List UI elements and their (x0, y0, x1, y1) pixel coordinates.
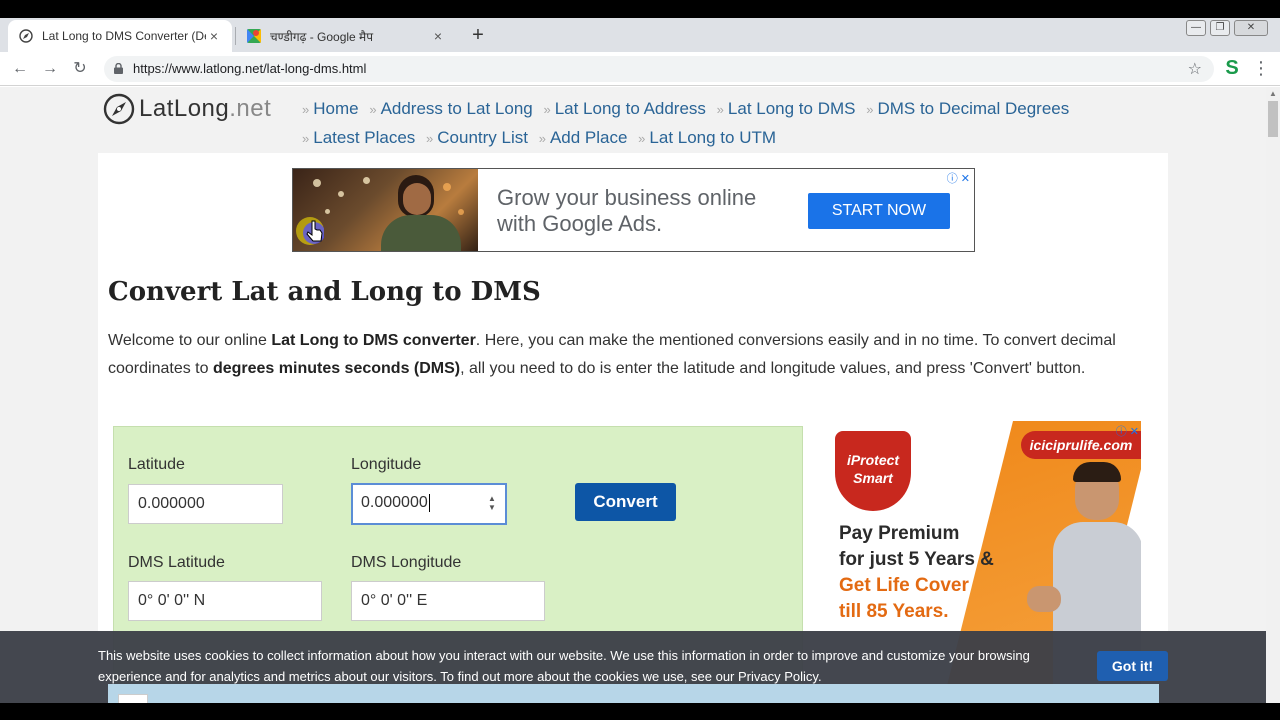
toolbar: ← → ↻ https://www.latlong.net/lat-long-d… (0, 52, 1280, 86)
nav-country-list[interactable]: » Country List (426, 128, 528, 147)
nav-home[interactable]: » Home (302, 99, 359, 118)
lock-icon (114, 63, 123, 74)
iprotect-smart-badge: iProtect Smart (835, 431, 911, 511)
adchoices-icon[interactable]: ⓘ ✕ (947, 170, 970, 186)
tab-title: चण्डीगढ़ - Google मैप (270, 29, 374, 44)
ad-headline-line1: Grow your business online (497, 185, 757, 210)
dms-latitude-output[interactable]: 0° 0' 0'' N (128, 581, 322, 621)
new-tab-button[interactable]: + (466, 24, 490, 48)
map-preview[interactable] (108, 684, 1159, 704)
page-title: Convert Lat and Long to DMS (108, 277, 541, 307)
browser-window: Lat Long to DMS Converter (Dec × चण्डीगढ… (0, 0, 1280, 720)
forward-icon[interactable]: → (38, 57, 62, 81)
convert-button[interactable]: Convert (575, 483, 676, 521)
ad-line-2: for just 5 Years & (839, 549, 994, 570)
start-now-button[interactable]: START NOW (808, 193, 950, 229)
scroll-thumb[interactable] (1268, 101, 1278, 137)
page-viewport: LatLong.net » Home » Address to Lat Long »… (0, 87, 1266, 720)
tab-google-maps[interactable]: चण्डीगढ़ - Google मैप × (236, 20, 456, 52)
ad-headline-line2: with Google Ads. (497, 211, 663, 236)
site-logo[interactable]: LatLong.net (103, 92, 271, 126)
longitude-label: Longitude (351, 456, 422, 473)
ad-line-4: till 85 Years. (839, 601, 949, 622)
number-spinner[interactable]: ▲ ▼ (487, 494, 497, 512)
nav-lat-long-to-dms[interactable]: » Lat Long to DMS (717, 99, 856, 118)
compass-icon (18, 28, 34, 44)
privacy-policy-link[interactable]: Privacy Policy (738, 669, 818, 684)
nav-address-to-lat-long[interactable]: » Address to Lat Long (369, 99, 532, 118)
latitude-label: Latitude (128, 456, 185, 473)
back-icon[interactable]: ← (8, 57, 32, 81)
nav-latest-places[interactable]: » Latest Places (302, 128, 415, 147)
nav-dms-to-decimal[interactable]: » DMS to Decimal Degrees (866, 99, 1069, 118)
main-nav: » Home » Address to Lat Long » Lat Long to … (302, 95, 1082, 153)
ad-line-1: Pay Premium (839, 523, 960, 544)
dms-longitude-label: DMS Longitude (351, 554, 462, 571)
got-it-button[interactable]: Got it! (1097, 651, 1168, 681)
logo-text: LatLong (139, 95, 230, 122)
nav-lat-long-to-address[interactable]: » Lat Long to Address (543, 99, 705, 118)
nav-lat-long-to-utm[interactable]: » Lat Long to UTM (638, 128, 776, 147)
nav-add-place[interactable]: » Add Place (539, 128, 628, 147)
compass-logo-icon (103, 93, 135, 125)
adchoices-icon[interactable]: ⓘ ✕ (1116, 423, 1139, 439)
tab-title: Lat Long to DMS Converter (Dec (42, 29, 206, 43)
close-tab-icon[interactable]: × (206, 28, 222, 44)
longitude-input[interactable]: 0.000000 ▲ ▼ (351, 483, 507, 525)
restore-icon[interactable]: ❐ (1210, 20, 1230, 36)
logo-suffix: .net (229, 95, 272, 122)
google-ads-banner[interactable]: Grow your business online with Google Ad… (292, 168, 975, 252)
dms-latitude-label: DMS Latitude (128, 554, 225, 571)
ad-line-3: Get Life Cover (839, 575, 969, 596)
url-text: https://www.latlong.net/lat-long-dms.htm… (133, 61, 367, 76)
latitude-input[interactable]: 0.000000 (128, 484, 283, 524)
extension-icon[interactable]: S (1222, 58, 1242, 78)
tab-latlong[interactable]: Lat Long to DMS Converter (Dec × (8, 20, 232, 52)
scroll-up-icon[interactable]: ▲ (1269, 89, 1277, 98)
close-tab-icon[interactable]: × (430, 28, 446, 44)
reload-icon[interactable]: ↻ (68, 57, 92, 81)
minimize-icon[interactable]: — (1186, 20, 1206, 36)
cookie-message: This website uses cookies to collect inf… (98, 648, 1030, 684)
intro-paragraph: Welcome to our online Lat Long to DMS co… (108, 332, 1116, 377)
hand-cursor-icon (296, 217, 324, 245)
address-bar[interactable]: https://www.latlong.net/lat-long-dms.htm… (104, 56, 1214, 82)
page-scrollbar[interactable]: ▲ ▼ (1266, 87, 1280, 720)
google-maps-icon (246, 28, 262, 44)
bookmark-star-icon[interactable]: ☆ (1188, 59, 1202, 79)
browser-menu-icon[interactable]: ⋮ (1252, 57, 1270, 79)
window-close-icon[interactable]: ✕ (1234, 20, 1268, 36)
dms-longitude-output[interactable]: 0° 0' 0'' E (351, 581, 545, 621)
